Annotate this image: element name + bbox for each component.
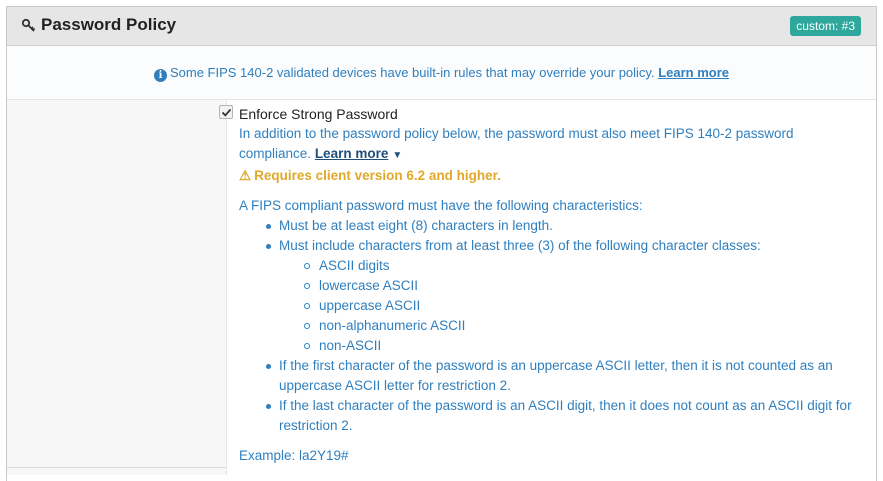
version-warning: ⚠ Requires client version 6.2 and higher. (239, 166, 859, 186)
key-icon (21, 18, 36, 32)
fips-description: In addition to the password policy below… (239, 124, 859, 166)
list-item: lowercase ASCII (304, 276, 859, 296)
info-icon: i (153, 69, 167, 82)
left-label-column (7, 100, 227, 475)
info-learn-more-link[interactable]: Learn more (658, 65, 729, 80)
list-item: non-ASCII (304, 336, 859, 356)
list-item: If the last character of the password is… (266, 396, 859, 436)
list-item: Must be at least eight (8) characters in… (266, 216, 859, 236)
list-item: uppercase ASCII (304, 296, 859, 316)
warning-icon: ⚠ (239, 168, 252, 183)
version-warning-text: Requires client version 6.2 and higher. (254, 168, 501, 183)
enforce-strong-password-checkbox[interactable] (219, 105, 233, 119)
info-text: Some FIPS 140-2 validated devices have b… (169, 65, 655, 80)
fips-info-bar: i Some FIPS 140-2 validated devices have … (7, 46, 876, 100)
list-item: ASCII digits (304, 256, 859, 276)
password-example: Example: la2Y19# (239, 448, 349, 463)
list-item-text: Must include characters from at least th… (279, 238, 761, 253)
caret-down-icon[interactable]: ▼ (392, 150, 402, 161)
list-item: Must include characters from at least th… (266, 236, 859, 356)
checkmark-icon (221, 108, 232, 117)
panel-title: Password Policy (41, 15, 177, 34)
strong-password-description: In addition to the password policy below… (239, 124, 859, 466)
list-item: non-alphanumeric ASCII (304, 316, 859, 336)
character-classes-list: ASCII digits lowercase ASCII uppercase A… (279, 256, 859, 356)
characteristics-list: Must be at least eight (8) characters in… (239, 216, 859, 436)
row-divider (7, 467, 226, 468)
learn-more-dropdown[interactable]: Learn more (315, 146, 389, 161)
characteristics-intro: A FIPS compliant password must have the … (239, 198, 643, 213)
list-item: If the first character of the password i… (266, 356, 859, 396)
panel-header: Password Policy custom: #3 (7, 7, 876, 46)
enforce-strong-password-label[interactable]: Enforce Strong Password (239, 106, 398, 122)
custom-badge: custom: #3 (790, 16, 861, 36)
